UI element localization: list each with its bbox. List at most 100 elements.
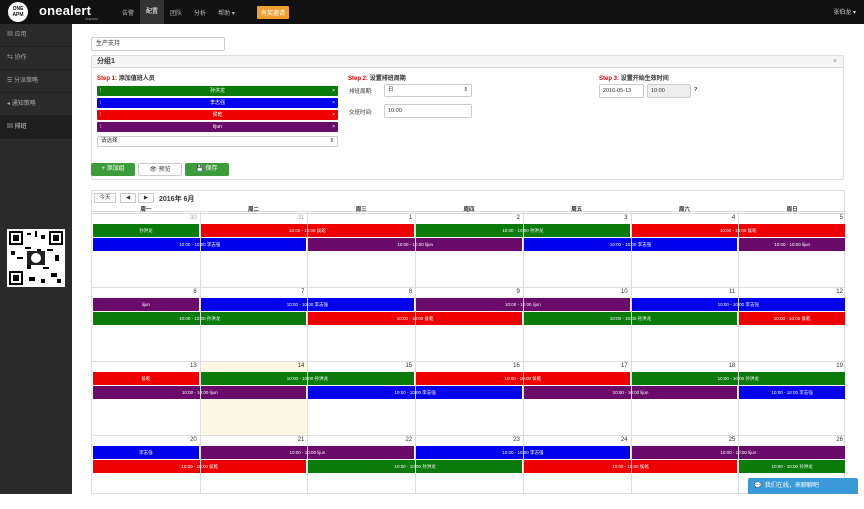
schedule-event[interactable]: lijun bbox=[93, 298, 199, 311]
weekday-header: 周二 bbox=[199, 205, 308, 213]
schedule-name-input[interactable]: 生产支持 bbox=[91, 37, 225, 51]
day-number[interactable]: 13 bbox=[92, 363, 197, 369]
member-chip[interactable]: ⁞ 孙洪龙 × bbox=[97, 86, 338, 96]
schedule-event[interactable]: 李志强 bbox=[93, 446, 199, 459]
step3-label: 设置开始生效时间 bbox=[620, 76, 669, 82]
add-group-button[interactable]: + 添加组 bbox=[91, 163, 135, 176]
start-time-input[interactable]: 10:00 bbox=[647, 84, 691, 98]
sidebar-item-label: 通知策略 bbox=[11, 101, 36, 107]
day-number[interactable]: 2 bbox=[415, 215, 520, 221]
step1-heading: Step 1: 添加值班人员 bbox=[97, 73, 155, 82]
member-chip[interactable]: ⁞ lijun × bbox=[97, 122, 338, 132]
day-number[interactable]: 17 bbox=[523, 363, 628, 369]
schedule-event[interactable]: 10:00 - 10:00 李志强 bbox=[739, 386, 845, 399]
day-number[interactable]: 19 bbox=[738, 363, 843, 369]
drag-handle-icon[interactable]: ⁞ bbox=[100, 122, 101, 132]
day-number[interactable]: 9 bbox=[415, 289, 520, 295]
drag-handle-icon[interactable]: ⁞ bbox=[100, 86, 101, 96]
day-number[interactable]: 21 bbox=[200, 437, 305, 443]
day-number[interactable]: 3 bbox=[523, 215, 627, 221]
sidebar-item-notify[interactable]: ◂ 通知策略 bbox=[0, 93, 72, 116]
day-number[interactable]: 24 bbox=[523, 437, 628, 443]
schedule-event[interactable]: 10:00 - 10:00 孙洪龙 bbox=[739, 460, 845, 473]
day-number[interactable]: 15 bbox=[307, 363, 412, 369]
live-chat-button[interactable]: 💬 我们在线，来聊聊吧 bbox=[748, 478, 858, 494]
nav-config[interactable]: 配置 bbox=[140, 0, 165, 24]
start-date-input[interactable]: 2016-05-13 bbox=[599, 84, 644, 98]
drag-handle-icon[interactable]: ⁞ bbox=[100, 98, 101, 108]
prev-month-button[interactable]: ◀ bbox=[120, 193, 136, 203]
weekday-header: 周日 bbox=[738, 205, 846, 213]
day-number[interactable]: 5 bbox=[738, 215, 843, 221]
schedule-event[interactable]: 10:00 - 10:00 lijun bbox=[739, 238, 845, 251]
nav-help[interactable]: 帮助 ▾ bbox=[212, 6, 241, 24]
chevron-updown-icon: ⇕ bbox=[329, 138, 334, 144]
cycle-select[interactable]: 日 ⇕ bbox=[384, 84, 472, 97]
day-number[interactable]: 23 bbox=[415, 437, 520, 443]
nav-analysis[interactable]: 分析 bbox=[188, 6, 212, 24]
schedule-event[interactable]: 孙洪龙 bbox=[93, 224, 199, 237]
sidebar-item-collab[interactable]: ⇆ 协作 bbox=[0, 47, 72, 70]
day-number[interactable]: 12 bbox=[738, 289, 843, 295]
help-icon[interactable]: ? bbox=[694, 87, 697, 93]
sidebar-item-label: 分派策略 bbox=[14, 78, 39, 84]
next-month-button[interactable]: ▶ bbox=[138, 193, 154, 203]
save-button[interactable]: 💾 保存 bbox=[185, 163, 229, 176]
day-number[interactable]: 26 bbox=[738, 437, 843, 443]
member-select-value: 请选择 bbox=[101, 138, 118, 144]
step2-prefix: Step 2: bbox=[348, 76, 369, 82]
day-number[interactable]: 31 bbox=[200, 215, 305, 221]
shift-time-input[interactable]: 10:00 bbox=[384, 104, 472, 118]
preview-button[interactable]: 👁 预览 bbox=[138, 163, 182, 176]
day-number[interactable]: 25 bbox=[631, 437, 736, 443]
onealert-logo[interactable]: ONE APM bbox=[8, 2, 28, 22]
close-icon[interactable]: × bbox=[332, 110, 335, 120]
brand-sub: ONEAPM bbox=[85, 17, 99, 21]
shift-time-label: 交班时间: bbox=[349, 110, 373, 116]
step3-prefix: Step 3: bbox=[599, 76, 620, 82]
nav-team[interactable]: 团队 bbox=[164, 6, 188, 24]
schedule-event[interactable]: 侯乾 bbox=[93, 372, 199, 385]
day-number[interactable]: 16 bbox=[415, 363, 520, 369]
day-number[interactable]: 10 bbox=[523, 289, 628, 295]
day-number[interactable]: 20 bbox=[92, 437, 197, 443]
day-number[interactable]: 30 bbox=[92, 215, 197, 221]
member-chip[interactable]: ⁞ 李志强 × bbox=[97, 98, 338, 108]
day-number[interactable]: 6 bbox=[92, 289, 196, 295]
sidebar-item-schedule[interactable]: ▤ 排班 bbox=[0, 116, 72, 139]
day-number[interactable]: 8 bbox=[307, 289, 412, 295]
day-number[interactable]: 18 bbox=[631, 363, 736, 369]
today-button[interactable]: 今天 bbox=[94, 193, 116, 203]
day-number[interactable]: 14 bbox=[200, 363, 305, 369]
grid-line bbox=[199, 212, 201, 494]
group-title: 分组1 bbox=[97, 58, 115, 65]
group-panel: 分组1 × Step 1: 添加值班人员 Step 2: 设置排班周期 Step… bbox=[91, 55, 844, 180]
member-name: 侯乾 bbox=[212, 112, 223, 118]
day-number[interactable]: 7 bbox=[200, 289, 304, 295]
day-number[interactable]: 4 bbox=[631, 215, 735, 221]
day-number[interactable]: 22 bbox=[307, 437, 412, 443]
user-menu[interactable]: 张伯龙 ▾ bbox=[833, 7, 856, 16]
cycle-select-value: 日 bbox=[388, 87, 394, 93]
member-select[interactable]: 请选择 ⇕ bbox=[97, 136, 338, 147]
close-icon[interactable]: × bbox=[332, 86, 335, 96]
close-icon[interactable]: × bbox=[833, 56, 837, 68]
weekday-header: 周三 bbox=[307, 205, 416, 213]
nav-alerts[interactable]: 告警 bbox=[116, 6, 140, 24]
weekday-header: 周一 bbox=[92, 205, 200, 213]
calendar-title: 2016年 6月 bbox=[159, 196, 195, 203]
schedule-event[interactable]: 10:00 - 10:00 侯乾 bbox=[739, 312, 845, 325]
invite-button[interactable]: 有奖邀请 bbox=[257, 6, 290, 19]
step2-label: 设置排班周期 bbox=[369, 76, 406, 82]
sidebar-item-dispatch[interactable]: ☰ 分派策略 bbox=[0, 70, 72, 93]
day-number[interactable]: 1 bbox=[307, 215, 412, 221]
day-number[interactable]: 11 bbox=[631, 289, 735, 295]
brand-name[interactable]: onealert bbox=[39, 3, 91, 18]
sidebar-item-label: 排班 bbox=[14, 124, 27, 130]
step2-heading: Step 2: 设置排班周期 bbox=[348, 73, 406, 82]
close-icon[interactable]: × bbox=[332, 122, 335, 132]
member-chip[interactable]: ⁞ 侯乾 × bbox=[97, 110, 338, 120]
drag-handle-icon[interactable]: ⁞ bbox=[100, 110, 101, 120]
close-icon[interactable]: × bbox=[332, 98, 335, 108]
sidebar-item-apps[interactable]: ▦ 应用 bbox=[0, 24, 72, 47]
